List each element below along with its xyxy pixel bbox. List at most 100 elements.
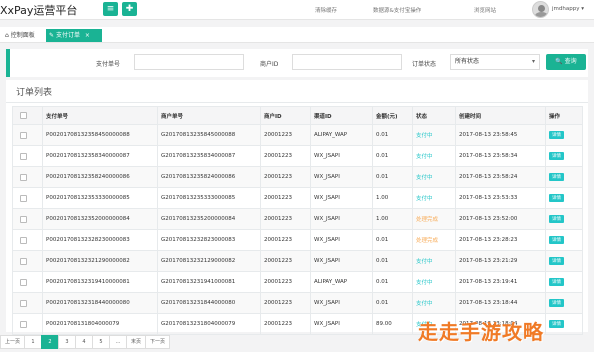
detail-button[interactable]: 详情 [549, 194, 564, 202]
order-table-body: P00201708132358450000088 G201708132358450… [12, 124, 583, 335]
table-row[interactable]: P00201708132358240000086 G201708132358240… [12, 166, 583, 188]
column-header[interactable]: 商户ID [260, 106, 311, 125]
expand-icon[interactable]: ✚ [122, 2, 137, 16]
table-cell [12, 166, 43, 188]
order-list-panel: 订单列表 支付单号 商户单号 商户ID 渠道ID 金额(元) 状态 创建时间 操… [6, 80, 588, 335]
table-cell: 20001223 [260, 250, 311, 272]
status-badge: 支付中 [416, 133, 433, 139]
table-cell [12, 271, 43, 293]
detail-button[interactable]: 详情 [549, 236, 564, 244]
mch-id-label: 商户ID [260, 61, 279, 68]
table-cell: 20001223 [260, 187, 311, 209]
tab-dashboard[interactable]: ⌂ 控制面板 [2, 29, 38, 42]
top-navbar: XxPay运营平台 ≡ ✚ 清除缓存 数据源&支付宝操作 浏览网站 jmdhap… [0, 0, 594, 20]
mch-id-input[interactable] [292, 54, 402, 70]
page-button[interactable]: 1 [24, 335, 43, 349]
column-header [12, 106, 43, 125]
row-checkbox[interactable] [20, 215, 27, 223]
page-button[interactable]: 4 [75, 335, 94, 349]
table-cell: 20001223 [260, 124, 311, 146]
row-checkbox[interactable] [20, 173, 27, 181]
page-button[interactable]: 下一页 [145, 335, 171, 349]
datasource-link[interactable]: 数据源&支付宝操作 [373, 6, 421, 14]
table-cell: P00201708132319410000081 [42, 271, 158, 293]
detail-button[interactable]: 详情 [549, 299, 564, 307]
detail-button[interactable]: 详情 [549, 257, 564, 265]
page-button[interactable]: … [109, 335, 128, 349]
table-cell: WX_JSAPI [310, 229, 373, 251]
close-icon[interactable]: × [85, 32, 90, 39]
table-row[interactable]: P00201708132353330000085 G201708132353330… [12, 187, 583, 209]
column-header[interactable]: 金额(元) [372, 106, 413, 125]
search-button[interactable]: 🔍 查询 [546, 54, 586, 70]
table-cell: P00201708131804000079 [42, 313, 158, 335]
row-checkbox[interactable] [20, 299, 27, 307]
detail-button[interactable]: 详情 [549, 152, 564, 160]
pay-no-input[interactable] [134, 54, 244, 70]
table-cell: P00201708132358340000087 [42, 145, 158, 167]
table-cell: 89.00 [372, 313, 413, 335]
detail-button[interactable]: 详情 [549, 320, 564, 328]
table-cell: 2017-08-13 23:19:41 [455, 271, 546, 293]
avatar-head-shape [538, 5, 545, 12]
detail-button[interactable]: 详情 [549, 173, 564, 181]
column-header[interactable]: 创建时间 [455, 106, 546, 125]
table-row[interactable]: P00201708132319410000081 G201708132319410… [12, 271, 583, 293]
table-row[interactable]: P00201708132318440000080 G201708132318440… [12, 292, 583, 314]
table-cell: 支付中 [412, 271, 456, 293]
column-header[interactable]: 支付单号 [42, 106, 158, 125]
table-cell: G20170813235333000085 [157, 187, 261, 209]
table-row[interactable]: P00201708132358450000088 G201708132358450… [12, 124, 583, 146]
row-checkbox[interactable] [20, 320, 27, 328]
row-checkbox[interactable] [20, 257, 27, 265]
column-header[interactable]: 渠道ID [310, 106, 373, 125]
table-cell: 0.01 [372, 166, 413, 188]
status-select[interactable]: 所有状态 ▾ [450, 54, 540, 70]
select-all-checkbox[interactable] [20, 112, 27, 119]
clear-cache-link[interactable]: 清除缓存 [315, 6, 337, 14]
chevron-down-icon: ▾ [581, 6, 584, 12]
page-button[interactable]: 5 [92, 335, 111, 349]
edit-icon: ✎ [49, 32, 55, 39]
order-list-title: 订单列表 [16, 88, 53, 98]
page-button[interactable]: 2 [41, 335, 60, 349]
table-cell: WX_JSAPI [310, 145, 373, 167]
row-checkbox[interactable] [20, 236, 27, 244]
row-checkbox[interactable] [20, 278, 27, 286]
row-checkbox[interactable] [20, 194, 27, 202]
avatar-body-shape [535, 12, 548, 17]
status-badge: 处理完成 [416, 217, 439, 223]
user-menu[interactable]: jmdhappy ▾ [552, 6, 584, 12]
detail-button[interactable]: 详情 [549, 215, 564, 223]
divider [6, 102, 588, 103]
table-row[interactable]: P00201708132352000000084 G201708132352000… [12, 208, 583, 230]
row-checkbox[interactable] [20, 152, 27, 160]
table-cell: G20170813232823000083 [157, 229, 261, 251]
column-header[interactable]: 状态 [412, 106, 456, 125]
status-badge: 支付中 [416, 196, 433, 202]
status-label: 订单状态 [412, 61, 437, 68]
table-row[interactable]: P00201708132328230000083 G201708132328230… [12, 229, 583, 251]
detail-button[interactable]: 详情 [549, 131, 564, 139]
table-cell: 20001223 [260, 166, 311, 188]
table-cell: G20170813232129000082 [157, 250, 261, 272]
table-row[interactable]: P00201708132358340000087 G201708132358340… [12, 145, 583, 167]
table-cell: 详情 [545, 313, 583, 335]
column-header[interactable]: 商户单号 [157, 106, 261, 125]
tab-pay-orders[interactable]: ✎ 支付订单 × [46, 29, 102, 42]
avatar[interactable] [532, 1, 549, 18]
table-row[interactable]: P00201708132321290000082 G201708132321290… [12, 250, 583, 272]
table-cell [12, 145, 43, 167]
table-cell: 0.01 [372, 124, 413, 146]
menu-icon[interactable]: ≡ [103, 2, 118, 16]
table-header-row: 支付单号 商户单号 商户ID 渠道ID 金额(元) 状态 创建时间 操作 [12, 106, 583, 125]
page-button[interactable]: 末页 [126, 335, 147, 349]
order-table: 支付单号 商户单号 商户ID 渠道ID 金额(元) 状态 创建时间 操作 P00… [12, 106, 583, 335]
detail-button[interactable]: 详情 [549, 278, 564, 286]
browse-site-link[interactable]: 浏览网站 [474, 6, 496, 14]
table-cell: 0.01 [372, 292, 413, 314]
page-button[interactable]: 3 [58, 335, 77, 349]
row-checkbox[interactable] [20, 131, 27, 139]
table-cell: 详情 [545, 250, 583, 272]
page-button[interactable]: 上一页 [0, 335, 26, 349]
